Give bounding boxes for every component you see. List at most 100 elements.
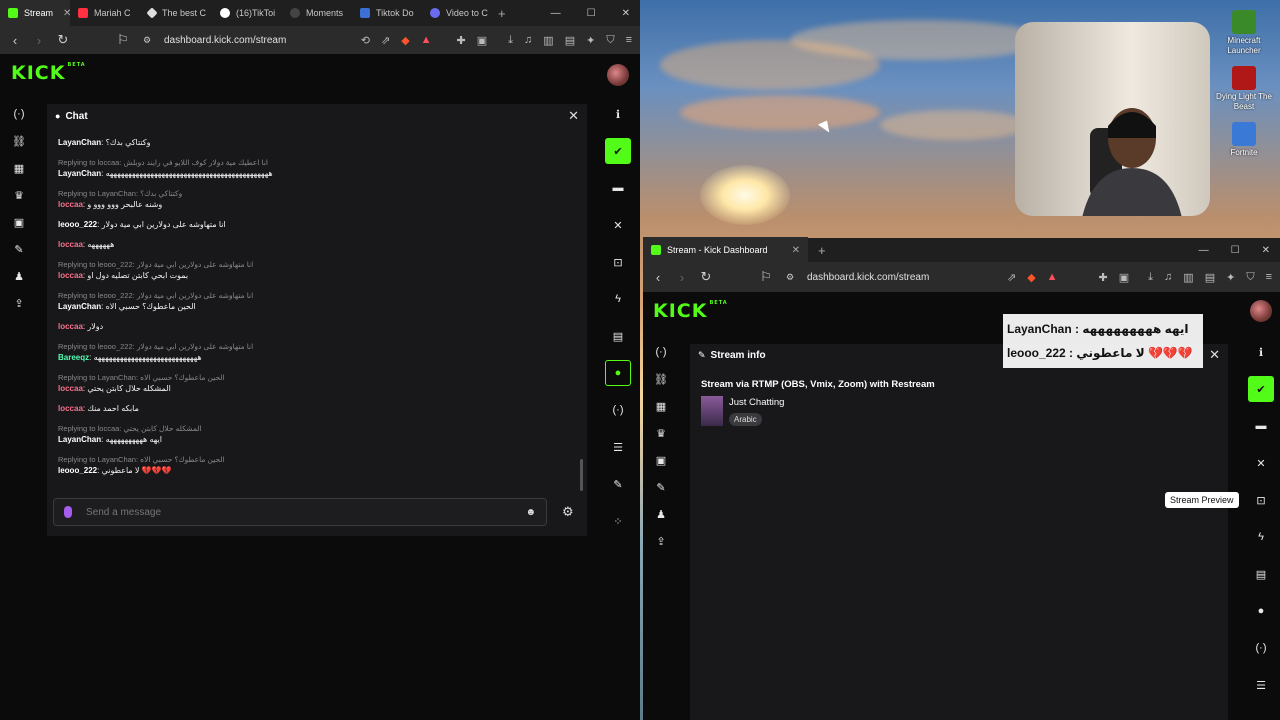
brave-shield-icon[interactable]: ◆ bbox=[401, 34, 409, 47]
notes-icon[interactable]: ▤ bbox=[605, 323, 631, 349]
apps-icon[interactable]: ⁘ bbox=[605, 508, 631, 534]
queue-icon[interactable]: ☰ bbox=[605, 434, 631, 460]
quick-actions-icon[interactable]: ϟ bbox=[1248, 524, 1274, 550]
chat-username[interactable]: loccaa bbox=[58, 271, 83, 280]
tools-icon[interactable]: ✎ bbox=[10, 243, 28, 257]
leo-icon[interactable]: ✦ bbox=[1226, 271, 1235, 284]
rewards-icon[interactable]: ▲ bbox=[1047, 271, 1058, 284]
notes-icon[interactable]: ▤ bbox=[1248, 561, 1274, 587]
bookmark-icon[interactable]: ⚐ bbox=[759, 269, 773, 285]
back-icon[interactable]: ‹ bbox=[651, 270, 665, 285]
chat-message[interactable]: LayanChan: الحين ماعطوك؟ حسبي الاه bbox=[58, 302, 578, 314]
tools-icon[interactable]: ✎ bbox=[652, 481, 670, 495]
stream-title[interactable]: Stream via RTMP (OBS, Vmix, Zoom) with R… bbox=[701, 379, 935, 390]
layout-icon[interactable]: ▬ bbox=[1248, 413, 1274, 439]
trophy-icon[interactable]: ♛ bbox=[10, 189, 28, 203]
quick-actions-icon[interactable]: ϟ bbox=[605, 286, 631, 312]
chat-message[interactable]: leooo_222: انا متهاوشه على دولارين ابي م… bbox=[58, 220, 578, 232]
reply-context[interactable]: Replying to LayanChan: الحين ماعطوك؟ حسب… bbox=[58, 455, 578, 466]
fortnite-shortcut[interactable]: Fortnite bbox=[1214, 122, 1274, 158]
chat-username[interactable]: LayanChan bbox=[58, 169, 101, 178]
vpn-icon[interactable]: ⛉ bbox=[1246, 271, 1254, 284]
kick-logo[interactable]: KICK BETA bbox=[11, 62, 86, 84]
emoji-icon[interactable]: ☻ bbox=[525, 507, 536, 518]
avatar[interactable] bbox=[1250, 300, 1272, 322]
kick-logo[interactable]: KICK BETA bbox=[653, 300, 728, 322]
chat-username[interactable]: loccaa bbox=[58, 322, 83, 331]
media-icon[interactable]: ♫ bbox=[1164, 271, 1172, 284]
info-icon[interactable]: ℹ bbox=[605, 101, 631, 127]
sidebar-icon[interactable]: ▥ bbox=[1183, 271, 1193, 284]
minecraft-launcher-shortcut[interactable]: Minecraft Launcher bbox=[1214, 10, 1274, 56]
wallet-icon[interactable]: ▣ bbox=[477, 34, 487, 47]
wallet2-icon[interactable]: ▤ bbox=[1205, 271, 1215, 284]
reply-context[interactable]: Replying to leooo_222: انا متهاوشه على د… bbox=[58, 342, 578, 353]
chat-message[interactable]: Bareeqz: ههههههههههههههههههههههههههههه bbox=[58, 353, 578, 365]
chat-message[interactable]: loccaa: مابكه احمد منك bbox=[58, 404, 578, 416]
chat-message[interactable]: LayanChan: وكتتاكي بدك؟ bbox=[58, 138, 578, 150]
layout-icon[interactable]: ▬ bbox=[605, 175, 631, 201]
maximize-icon[interactable]: ☐ bbox=[587, 8, 596, 19]
wrench-icon[interactable]: ✎ bbox=[605, 471, 631, 497]
back-icon[interactable]: ‹ bbox=[8, 33, 22, 48]
reply-context[interactable]: Replying to LayanChan: الحين ماعطوك؟ حسب… bbox=[58, 373, 578, 384]
community-icon[interactable]: ♟ bbox=[10, 270, 28, 284]
download-icon[interactable]: ⤓ bbox=[508, 34, 513, 47]
chat-message-input[interactable] bbox=[86, 506, 512, 518]
forward-icon[interactable]: › bbox=[32, 33, 46, 48]
history-icon[interactable]: ⟲ bbox=[361, 34, 370, 47]
close-window-icon[interactable]: ✕ bbox=[622, 8, 630, 19]
new-tab-button[interactable]: + bbox=[818, 243, 826, 258]
tab-youtube[interactable]: Mariah C bbox=[70, 0, 140, 26]
chat-scrollbar[interactable] bbox=[580, 459, 583, 491]
chat-message[interactable]: loccaa: بموت ابحي كابتن تصليه دول او bbox=[58, 271, 578, 283]
menu-icon[interactable]: ≡ bbox=[1266, 271, 1272, 284]
mic-icon[interactable] bbox=[64, 506, 72, 518]
reply-context[interactable]: Replying to leooo_222: انا متهاوشه على د… bbox=[58, 260, 578, 271]
tab-tiktok[interactable]: (16)TikToi bbox=[212, 0, 282, 26]
close-panel-icon[interactable]: ✕ bbox=[1248, 450, 1274, 476]
chat-settings-icon[interactable]: ⚙ bbox=[562, 504, 574, 520]
trophy-icon[interactable]: ♛ bbox=[652, 427, 670, 441]
url-field[interactable]: dashboard.kick.com/stream bbox=[164, 35, 351, 46]
extensions-icon[interactable]: ✚ bbox=[1099, 271, 1108, 284]
url-field[interactable]: dashboard.kick.com/stream bbox=[807, 272, 997, 283]
tab-tiktok-downloader[interactable]: Tiktok Do bbox=[352, 0, 422, 26]
chat-username[interactable]: LayanChan bbox=[58, 302, 101, 311]
download-icon[interactable]: ⤓ bbox=[1148, 271, 1153, 284]
community-icon[interactable]: ♟ bbox=[652, 508, 670, 522]
reply-context[interactable]: Replying to loccaa: المشكله حلال كابتن ي… bbox=[58, 424, 578, 435]
chat-username[interactable]: Bareeqz bbox=[58, 353, 89, 362]
queue-icon[interactable]: ☰ bbox=[1248, 672, 1274, 698]
close-tab-icon[interactable]: ✕ bbox=[792, 245, 800, 256]
new-tab-button[interactable]: + bbox=[498, 6, 506, 21]
info-icon[interactable]: ℹ bbox=[1248, 339, 1274, 365]
chat-message[interactable]: loccaa: المشكله حلال كابتن يحتي bbox=[58, 384, 578, 396]
sidebar-icon[interactable]: ▥ bbox=[543, 34, 553, 47]
close-chat-icon[interactable]: ✕ bbox=[568, 108, 579, 124]
category-name[interactable]: Just Chatting bbox=[729, 397, 784, 408]
forward-icon[interactable]: › bbox=[675, 270, 689, 285]
broadcast-icon[interactable]: (·) bbox=[605, 397, 631, 423]
reply-context[interactable]: Replying to LayanChan: وكتتاكي بدك؟ bbox=[58, 189, 578, 200]
reply-context[interactable]: Replying to leooo_222: انا متهاوشه على د… bbox=[58, 291, 578, 302]
link-icon[interactable]: ⛓ bbox=[652, 373, 670, 387]
maximize-icon[interactable]: ☐ bbox=[1231, 245, 1240, 256]
reply-context[interactable]: Replying to loccaa: انا اعطيك مية دولار … bbox=[58, 158, 578, 169]
chat-toggle-icon[interactable]: ● bbox=[605, 360, 631, 386]
check-icon[interactable]: ✔ bbox=[1248, 376, 1274, 402]
brave-shield-icon[interactable]: ◆ bbox=[1027, 271, 1035, 284]
wallet2-icon[interactable]: ▤ bbox=[565, 34, 575, 47]
wallet-icon[interactable]: ▣ bbox=[1119, 271, 1129, 284]
analytics-icon[interactable]: ▦ bbox=[10, 162, 28, 176]
media-icon[interactable]: ♫ bbox=[524, 34, 532, 47]
close-tab-icon[interactable]: ✕ bbox=[63, 8, 70, 19]
analytics-icon[interactable]: ▦ bbox=[652, 400, 670, 414]
chat-message[interactable]: loccaa: ههههههه bbox=[58, 240, 578, 252]
reload-icon[interactable]: ↻ bbox=[56, 32, 70, 48]
tab-stream[interactable]: Stream ✕ bbox=[0, 0, 70, 26]
chat-username[interactable]: leooo_222 bbox=[58, 220, 97, 229]
chat-toggle-icon[interactable]: ● bbox=[1248, 598, 1274, 624]
menu-icon[interactable]: ≡ bbox=[626, 34, 632, 47]
chat-username[interactable]: loccaa bbox=[58, 384, 83, 393]
